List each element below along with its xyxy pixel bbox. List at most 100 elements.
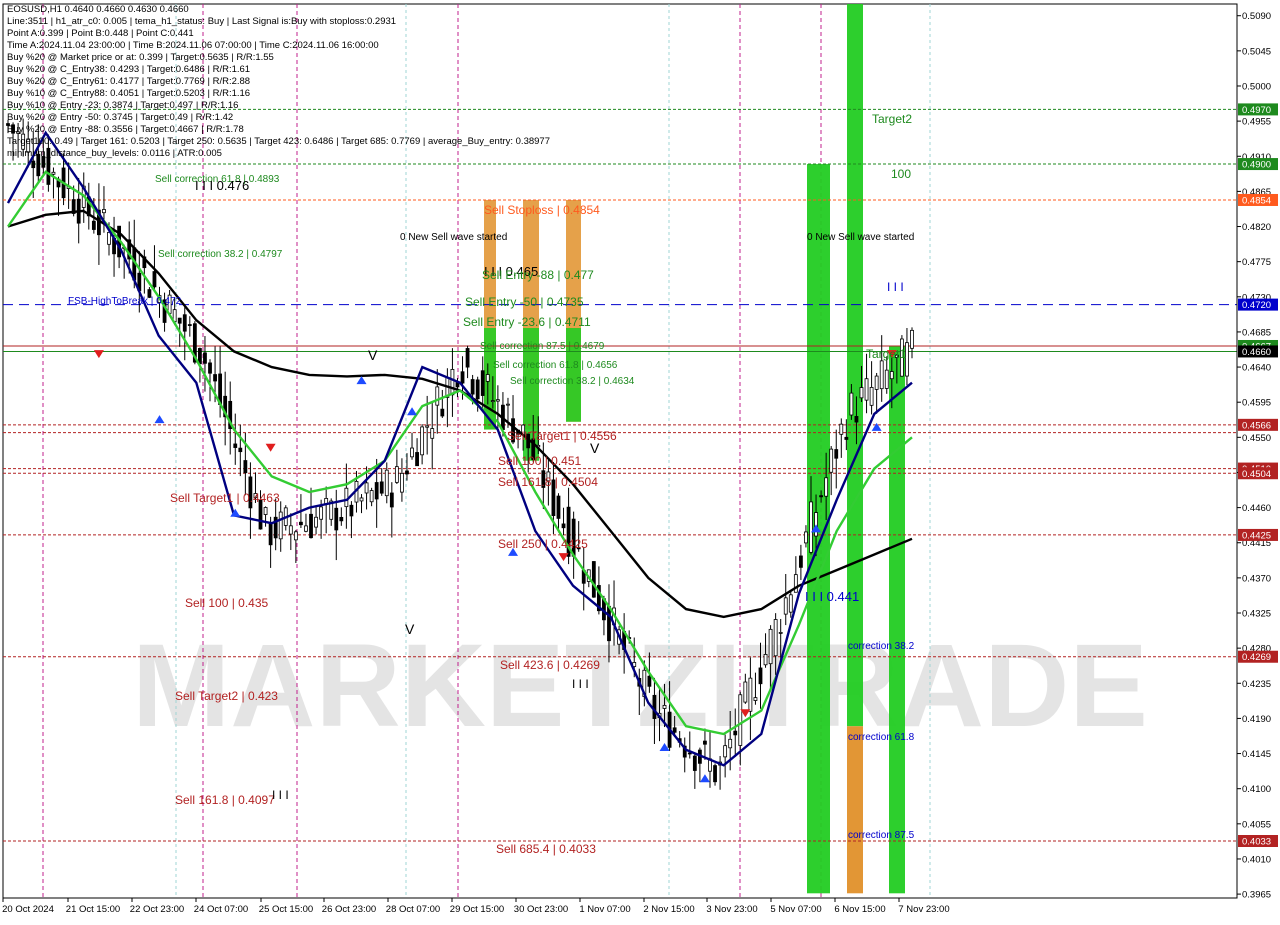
x-tick-label: 21 Oct 15:00 xyxy=(66,904,120,915)
chart-annotation: Sell 685.4 | 0.4033 xyxy=(496,842,596,856)
info-line: Buy %10 @ C_Entry88: 0.4051 | Target:0.5… xyxy=(7,88,251,99)
info-panel: EOSUSD,H1 0.4640 0.4660 0.4630 0.4660 Lin… xyxy=(7,4,550,160)
x-tick-label: 3 Nov 23:00 xyxy=(706,904,757,915)
price-tag: 0.4566 xyxy=(1238,418,1278,431)
chart-annotation: Sell correction 61.8 | 0.4656 xyxy=(493,360,618,371)
price-tag: 0.4269 xyxy=(1238,650,1278,663)
x-tick-label: 20 Oct 2024 xyxy=(2,904,54,915)
y-tick-label: 0.4370 xyxy=(1242,573,1271,584)
chart-annotation: Sell 423.6 | 0.4269 xyxy=(500,658,600,672)
price-tag-label: 0.4566 xyxy=(1242,420,1271,431)
signal-zone xyxy=(889,345,905,894)
y-tick-label: 0.4010 xyxy=(1242,854,1271,865)
y-tick-label: 0.4820 xyxy=(1242,222,1271,233)
info-line: Buy %10 @ Entry -23: 0.3874 | Target:0.4… xyxy=(7,100,239,111)
price-tag: 0.4970 xyxy=(1238,103,1278,116)
price-tag: 0.4900 xyxy=(1238,158,1278,171)
chart-annotation: correction 61.8 xyxy=(848,732,915,743)
x-tick-label: 28 Oct 07:00 xyxy=(386,904,440,915)
chart-annotation: Sell Target1 | 0.4556 xyxy=(507,429,617,443)
info-line: Target100: 0.49 | Target 161: 0.5203 | T… xyxy=(7,136,550,147)
price-tag-label: 0.4425 xyxy=(1242,530,1271,541)
price-tag-label: 0.4660 xyxy=(1242,347,1271,358)
x-tick-label: 30 Oct 23:00 xyxy=(514,904,568,915)
chart-annotation: I I I xyxy=(887,280,904,294)
price-tag: 0.4720 xyxy=(1238,298,1278,311)
price-tag-label: 0.4033 xyxy=(1242,837,1271,848)
y-tick-label: 0.4055 xyxy=(1242,819,1271,830)
y-tick-label: 0.4685 xyxy=(1242,327,1271,338)
info-line: Buy %20 @ Market price or at: 0.399 | Ta… xyxy=(7,52,274,63)
y-tick-label: 0.4955 xyxy=(1242,117,1271,128)
chart-annotation: Sell 100 | 0.451 xyxy=(498,454,582,468)
price-axis: 0.50900.50450.50000.49550.49100.48650.48… xyxy=(1236,4,1278,901)
chart-annotation: 0 New Sell wave started xyxy=(807,232,914,243)
price-tag-label: 0.4720 xyxy=(1242,300,1271,311)
y-tick-label: 0.4190 xyxy=(1242,714,1271,725)
x-tick-label: 7 Nov 23:00 xyxy=(898,904,949,915)
y-tick-label: 0.3965 xyxy=(1242,890,1271,901)
y-tick-label: 0.4640 xyxy=(1242,363,1271,374)
chart-annotation: 0 New Sell wave started xyxy=(400,232,507,243)
x-tick-label: 6 Nov 15:00 xyxy=(834,904,885,915)
chart-annotation: Sell Stoploss | 0.4854 xyxy=(484,203,600,217)
price-tag-label: 0.4504 xyxy=(1242,469,1271,480)
y-tick-label: 0.4595 xyxy=(1242,398,1271,409)
chart-annotation: Sell correction 38.2 | 0.4634 xyxy=(510,376,635,387)
info-line: minimum_distance_buy_levels: 0.0116 | AT… xyxy=(7,148,222,159)
x-tick-label: 1 Nov 07:00 xyxy=(579,904,630,915)
x-tick-label: 29 Oct 15:00 xyxy=(450,904,504,915)
chart-annotation: Target1 xyxy=(866,347,906,361)
price-tag: 0.4854 xyxy=(1238,193,1278,206)
x-tick-label: 2 Nov 15:00 xyxy=(643,904,694,915)
chart-annotation: Sell Entry -50 | 0.4735 xyxy=(465,295,584,309)
chart-annotation: Sell 161.8 | 0.4097 xyxy=(175,793,275,807)
info-line: EOSUSD,H1 0.4640 0.4660 0.4630 0.4660 xyxy=(7,4,189,15)
chart-annotation: Sell correction 87.5 | 0.4679 xyxy=(480,341,605,352)
time-axis: 20 Oct 2024 21 Oct 15:00 22 Oct 23:00 24 Oc… xyxy=(2,897,1237,915)
price-tag-label: 0.4269 xyxy=(1242,652,1271,663)
chart-annotation: correction 87.5 xyxy=(848,830,915,841)
info-line: Buy %20 @ C_Entry61: 0.4177 | Target:0.7… xyxy=(7,76,251,87)
chart-annotation: I I I 0.441 xyxy=(805,589,859,604)
chart-root: EOSUSD,H1 0.4640 0.4660 0.4630 0.4660 Lin… xyxy=(0,0,1280,920)
chart-annotation: I I I xyxy=(272,788,289,802)
x-tick-label: 26 Oct 23:00 xyxy=(322,904,376,915)
chart-annotation: Sell Entry -23.6 | 0.4711 xyxy=(463,315,591,329)
chart-annotation: Target2 xyxy=(872,112,912,126)
info-line: Time A:2024.11.04 23:00:00 | Time B:2024… xyxy=(7,40,379,51)
info-line: Buy %20 @ Entry -88: 0.3556 | Target:0.4… xyxy=(7,124,244,135)
chart-annotation: I I I 0.476 xyxy=(195,178,249,193)
price-tag: 0.4660 xyxy=(1238,345,1278,358)
signal-zone xyxy=(847,4,863,727)
chart-annotation: Sell correction 38.2 | 0.4797 xyxy=(158,249,283,260)
chart-annotation: correction 38.2 xyxy=(848,641,915,652)
info-line: Point A:0.399 | Point B:0.448 | Point C:… xyxy=(7,28,194,39)
chart-annotation: FSB-HighToBreak | 0.472 xyxy=(68,296,182,307)
y-tick-label: 0.4460 xyxy=(1242,503,1271,514)
y-tick-label: 0.5000 xyxy=(1242,81,1271,92)
y-tick-label: 0.4145 xyxy=(1242,749,1271,760)
chart-annotation: V xyxy=(590,440,600,456)
info-line: Line:3511 | h1_atr_c0: 0.005 | tema_h1_s… xyxy=(7,16,397,27)
chart-annotation: Sell 161.8 | 0.4504 xyxy=(498,475,598,489)
y-tick-label: 0.4775 xyxy=(1242,257,1271,268)
chart-annotation: Sell Target1 | 0.4463 xyxy=(170,491,280,505)
x-tick-label: 25 Oct 15:00 xyxy=(259,904,313,915)
chart-annotation: 100 xyxy=(891,167,911,181)
chart-annotation: Sell 250 | 0.4425 xyxy=(498,537,588,551)
chart-annotation: Sell 100 | 0.435 xyxy=(185,596,269,610)
chart-annotation: Sell Target2 | 0.423 xyxy=(175,689,278,703)
signal-zone xyxy=(847,726,863,894)
y-tick-label: 0.5045 xyxy=(1242,46,1271,57)
y-tick-label: 0.4550 xyxy=(1242,433,1271,444)
price-tag: 0.4033 xyxy=(1238,835,1278,848)
y-tick-label: 0.4100 xyxy=(1242,784,1271,795)
price-tag-label: 0.4970 xyxy=(1242,105,1271,116)
chart-annotation: I I I xyxy=(572,677,589,691)
chart-annotation: V xyxy=(405,621,415,637)
candle xyxy=(591,561,596,598)
price-tag-label: 0.4854 xyxy=(1242,195,1271,206)
x-tick-label: 5 Nov 07:00 xyxy=(770,904,821,915)
y-tick-label: 0.4235 xyxy=(1242,679,1271,690)
